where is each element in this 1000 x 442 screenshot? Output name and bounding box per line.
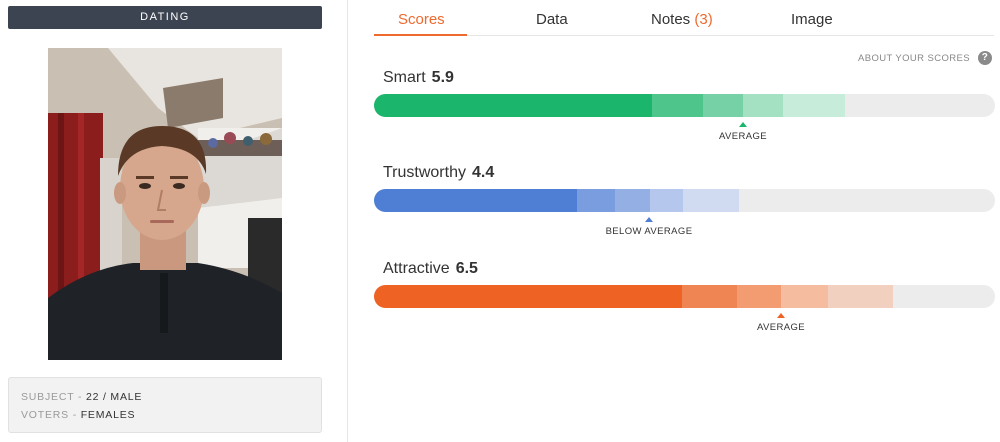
category-badge: DATING — [8, 6, 322, 29]
subject-row: SUBJECT - 22 / MALE — [21, 388, 309, 406]
score-bar-range — [652, 94, 703, 117]
about-scores-link[interactable]: ABOUT YOUR SCORES ? — [858, 51, 992, 65]
score-title: Trustworthy 4.4 — [383, 164, 494, 182]
score-bar-range — [781, 285, 828, 308]
voters-row: VOTERS - FEMALES — [21, 406, 309, 424]
score-bar-range — [783, 94, 845, 117]
tab-scores[interactable]: Scores — [398, 11, 445, 28]
tab-notes-label: Notes — [651, 11, 691, 28]
notes-count-badge: (3) — [694, 11, 713, 28]
score-bar-fill — [374, 189, 577, 212]
score-rating: BELOW AVERAGE — [605, 226, 693, 237]
score-bar-range — [828, 285, 893, 308]
score-bar-range — [683, 189, 739, 212]
score-bar-range — [743, 94, 783, 117]
score-label: Trustworthy — [383, 164, 466, 181]
score-bar-fill — [374, 94, 652, 117]
subject-info: SUBJECT - 22 / MALE VOTERS - FEMALES — [8, 377, 322, 433]
score-bar — [374, 285, 995, 308]
score-bar — [374, 94, 995, 117]
score-marker — [739, 122, 747, 127]
voters-value: FEMALES — [80, 409, 136, 421]
score-bar-range — [703, 94, 743, 117]
about-scores-label: ABOUT YOUR SCORES — [857, 52, 970, 64]
score-bar-range — [682, 285, 737, 308]
help-icon: ? — [978, 51, 992, 65]
subject-photo — [48, 48, 282, 360]
score-label: Smart — [383, 69, 426, 86]
score-bar-fill — [374, 285, 682, 308]
score-value: 6.5 — [455, 260, 478, 277]
score-bar-range — [650, 189, 683, 212]
subject-value: 22 / MALE — [85, 391, 143, 403]
score-rating: AVERAGE — [756, 322, 806, 333]
tab-bar: Scores Data Notes (3) Image — [374, 0, 994, 36]
score-bar-range — [577, 189, 615, 212]
voters-label: VOTERS - — [21, 409, 77, 421]
score-label: Attractive — [383, 260, 450, 277]
tab-image[interactable]: Image — [791, 11, 833, 28]
score-marker — [645, 217, 653, 222]
score-bar-range — [737, 285, 781, 308]
score-marker — [777, 313, 785, 318]
subject-photo-image — [48, 48, 282, 360]
tab-data[interactable]: Data — [536, 11, 568, 28]
left-panel: DATING SUBJECT - 22 / MALE VOTERS - FEMA… — [0, 0, 348, 442]
score-rating: AVERAGE — [718, 131, 768, 142]
score-bar — [374, 189, 995, 212]
score-value: 4.4 — [471, 164, 495, 181]
score-title: Smart 5.9 — [383, 69, 454, 87]
score-title: Attractive 6.5 — [383, 260, 478, 278]
subject-label: SUBJECT - — [21, 391, 83, 403]
score-bar-range — [615, 189, 650, 212]
tab-notes[interactable]: Notes (3) — [651, 11, 713, 28]
active-tab-indicator — [374, 34, 467, 36]
score-value: 5.9 — [431, 69, 454, 86]
